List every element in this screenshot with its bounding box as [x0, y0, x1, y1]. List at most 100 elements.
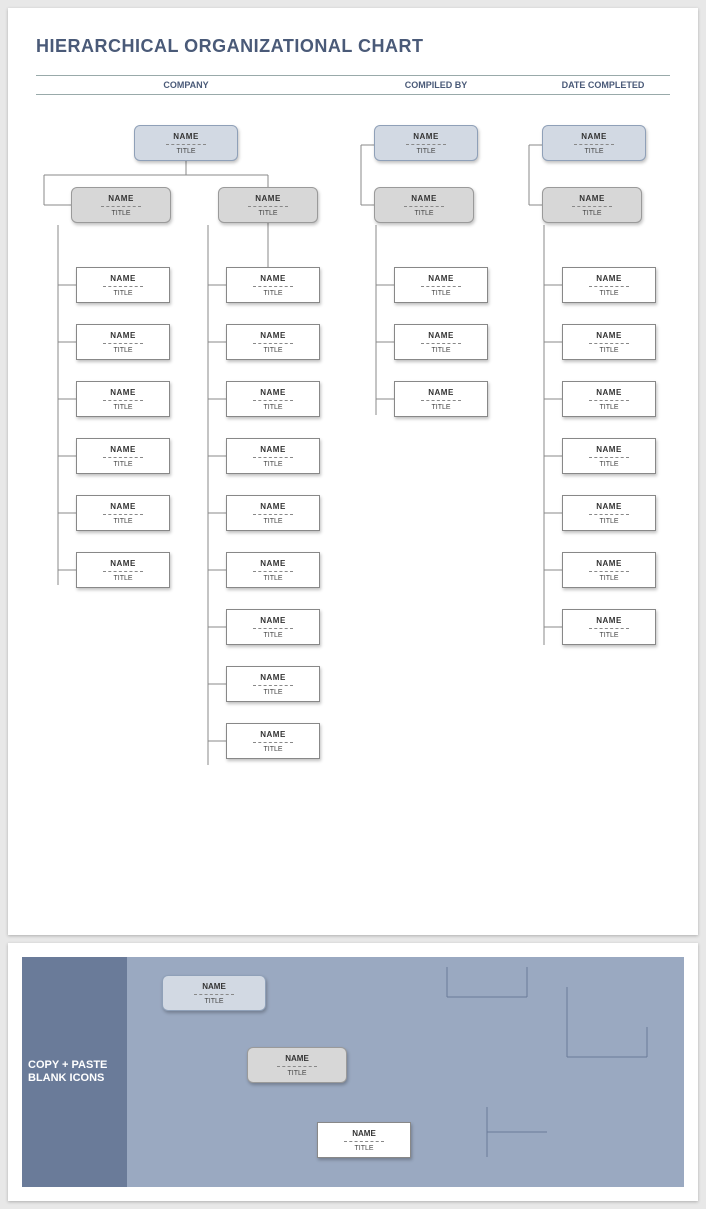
- separator: [253, 685, 293, 686]
- page-icons: COPY + PASTE BLANK ICONS NAMETITLE NAMET…: [8, 943, 698, 1201]
- node-title: TITLE: [77, 290, 169, 297]
- leaf-node[interactable]: NAMETITLE: [394, 324, 488, 360]
- node-title: TITLE: [227, 404, 319, 411]
- mid-node-1a[interactable]: NAME TITLE: [71, 187, 171, 223]
- node-title: TITLE: [219, 210, 317, 217]
- mid-node-3[interactable]: NAME TITLE: [542, 187, 642, 223]
- node-name: NAME: [543, 194, 641, 203]
- separator: [421, 286, 461, 287]
- sample-leaf-node[interactable]: NAMETITLE: [317, 1122, 411, 1158]
- node-name: NAME: [77, 445, 169, 454]
- separator: [253, 514, 293, 515]
- separator: [166, 144, 206, 145]
- leaf-node[interactable]: NAME TITLE: [76, 552, 170, 588]
- node-title: TITLE: [395, 404, 487, 411]
- node-name: NAME: [563, 388, 655, 397]
- leaf-node[interactable]: NAME TITLE: [562, 267, 656, 303]
- node-name: NAME: [77, 559, 169, 568]
- node-name: NAME: [77, 502, 169, 511]
- node-title: TITLE: [318, 1145, 410, 1152]
- page-main: HIERARCHICAL ORGANIZATIONAL CHART COMPAN…: [8, 8, 698, 935]
- leaf-node[interactable]: NAMETITLE: [226, 438, 320, 474]
- separator: [406, 144, 446, 145]
- node-title: TITLE: [72, 210, 170, 217]
- header-company: COMPANY: [36, 76, 336, 94]
- node-title: TITLE: [395, 290, 487, 297]
- leaf-node[interactable]: NAMETITLE: [562, 324, 656, 360]
- leaf-node[interactable]: NAMETITLE: [562, 495, 656, 531]
- mid-node-2[interactable]: NAMETITLE: [374, 187, 474, 223]
- leaf-node[interactable]: NAMETITLE: [226, 495, 320, 531]
- sample-mid-node[interactable]: NAMETITLE: [247, 1047, 347, 1083]
- separator: [253, 286, 293, 287]
- leaf-node[interactable]: NAMETITLE: [226, 609, 320, 645]
- separator: [574, 144, 614, 145]
- node-title: TITLE: [77, 518, 169, 525]
- node-title: TITLE: [563, 461, 655, 468]
- leaf-node[interactable]: NAMETITLE: [562, 552, 656, 588]
- separator: [103, 457, 143, 458]
- leaf-node[interactable]: NAMETITLE: [226, 381, 320, 417]
- separator: [248, 206, 288, 207]
- node-name: NAME: [563, 559, 655, 568]
- separator: [103, 514, 143, 515]
- leaf-node[interactable]: NAMETITLE: [76, 267, 170, 303]
- top-node-3[interactable]: NAME TITLE: [542, 125, 646, 161]
- separator: [103, 343, 143, 344]
- separator: [253, 400, 293, 401]
- separator: [589, 400, 629, 401]
- leaf-node[interactable]: NAMETITLE: [76, 324, 170, 360]
- leaf-node[interactable]: NAMETITLE: [226, 267, 320, 303]
- node-title: TITLE: [543, 210, 641, 217]
- separator: [101, 206, 141, 207]
- top-node-2[interactable]: NAMETITLE: [374, 125, 478, 161]
- separator: [589, 514, 629, 515]
- separator: [421, 343, 461, 344]
- node-name: NAME: [543, 132, 645, 141]
- node-name: NAME: [227, 331, 319, 340]
- separator: [253, 628, 293, 629]
- node-name: NAME: [563, 274, 655, 283]
- separator: [589, 571, 629, 572]
- node-title: TITLE: [375, 148, 477, 155]
- node-title: TITLE: [227, 347, 319, 354]
- node-name: NAME: [563, 616, 655, 625]
- mid-node-1b[interactable]: NAME TITLE: [218, 187, 318, 223]
- leaf-node[interactable]: NAMETITLE: [562, 438, 656, 474]
- node-title: TITLE: [563, 632, 655, 639]
- icons-label: COPY + PASTE BLANK ICONS: [22, 957, 127, 1187]
- separator: [404, 206, 444, 207]
- node-title: TITLE: [563, 290, 655, 297]
- node-name: NAME: [219, 194, 317, 203]
- separator: [103, 571, 143, 572]
- leaf-node[interactable]: NAMETITLE: [394, 381, 488, 417]
- page-title: HIERARCHICAL ORGANIZATIONAL CHART: [36, 36, 670, 57]
- node-name: NAME: [248, 1054, 346, 1063]
- header-compiled: COMPILED BY: [336, 76, 536, 94]
- node-title: TITLE: [227, 632, 319, 639]
- node-name: NAME: [227, 559, 319, 568]
- leaf-node[interactable]: NAME TITLE: [226, 324, 320, 360]
- leaf-node[interactable]: NAME TITLE: [562, 609, 656, 645]
- header-date: DATE COMPLETED: [536, 76, 670, 94]
- node-title: TITLE: [563, 404, 655, 411]
- top-node-1[interactable]: NAME TITLE: [134, 125, 238, 161]
- sample-top-node[interactable]: NAMETITLE: [162, 975, 266, 1011]
- node-name: NAME: [563, 502, 655, 511]
- node-name: NAME: [227, 673, 319, 682]
- leaf-node[interactable]: NAMETITLE: [226, 723, 320, 759]
- separator: [103, 400, 143, 401]
- leaf-node[interactable]: NAME TITLE: [562, 381, 656, 417]
- node-title: TITLE: [543, 148, 645, 155]
- node-name: NAME: [77, 388, 169, 397]
- separator: [253, 343, 293, 344]
- leaf-node[interactable]: NAMETITLE: [226, 666, 320, 702]
- leaf-node[interactable]: NAME TITLE: [76, 495, 170, 531]
- node-name: NAME: [227, 274, 319, 283]
- leaf-node[interactable]: NAMETITLE: [226, 552, 320, 588]
- node-name: NAME: [375, 194, 473, 203]
- leaf-node[interactable]: NAMETITLE: [76, 438, 170, 474]
- leaf-node[interactable]: NAMETITLE: [394, 267, 488, 303]
- node-title: TITLE: [77, 575, 169, 582]
- leaf-node[interactable]: NAMETITLE: [76, 381, 170, 417]
